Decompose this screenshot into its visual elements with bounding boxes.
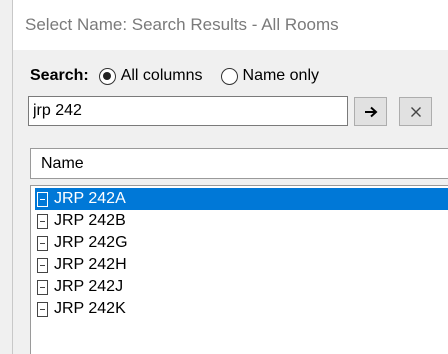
title-bar[interactable]: Select Name: Search Results - All Rooms: [13, 0, 448, 50]
search-label: Search:: [30, 67, 89, 84]
document-icon: [37, 301, 48, 317]
list-item[interactable]: JRP 242A: [35, 188, 448, 210]
document-icon: [37, 235, 48, 251]
radio-all-columns-label: All columns: [120, 67, 203, 84]
results-list[interactable]: JRP 242A JRP 242B JRP 242G JRP 242H JRP …: [30, 185, 448, 354]
column-header-label: Name: [41, 155, 84, 172]
search-options: Search: All columns Name only: [30, 64, 337, 88]
list-item[interactable]: JRP 242K: [35, 298, 448, 320]
list-item-label: JRP 242B: [54, 212, 126, 229]
column-header-name[interactable]: Name: [30, 148, 448, 179]
arrow-right-icon: [364, 106, 377, 117]
window-title: Select Name: Search Results - All Rooms: [25, 15, 339, 34]
list-item-label: JRP 242H: [54, 256, 127, 273]
go-button[interactable]: [354, 97, 387, 126]
list-item[interactable]: JRP 242J: [35, 276, 448, 298]
list-item-label: JRP 242K: [54, 300, 126, 317]
radio-all-columns[interactable]: All columns: [98, 67, 203, 85]
dialog-content: Search: All columns Name only jrp 242 Na…: [13, 50, 448, 354]
document-icon: [37, 213, 48, 229]
list-item[interactable]: JRP 242H: [35, 254, 448, 276]
document-icon: [37, 191, 48, 207]
list-item-label: JRP 242J: [54, 278, 124, 295]
document-icon: [37, 279, 48, 295]
list-item-label: JRP 242A: [54, 190, 126, 207]
document-icon: [37, 257, 48, 273]
close-icon: [410, 106, 421, 117]
radio-checked-icon: [98, 67, 116, 85]
radio-name-only[interactable]: Name only: [220, 67, 319, 85]
list-item[interactable]: JRP 242B: [35, 210, 448, 232]
radio-name-only-label: Name only: [242, 67, 319, 84]
clear-button[interactable]: [399, 97, 432, 126]
list-item[interactable]: JRP 242G: [35, 232, 448, 254]
search-input[interactable]: [28, 96, 348, 126]
list-item-label: JRP 242G: [54, 234, 128, 251]
radio-unchecked-icon: [220, 67, 238, 85]
search-results-dialog: Select Name: Search Results - All Rooms …: [0, 0, 448, 354]
